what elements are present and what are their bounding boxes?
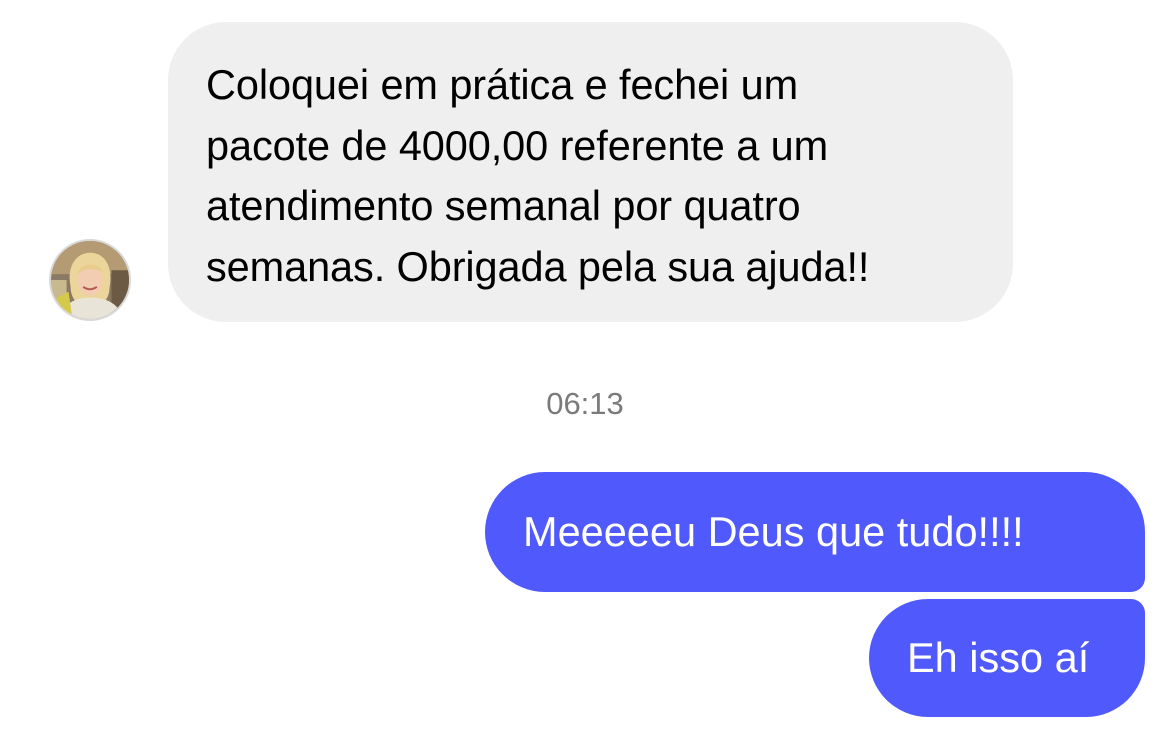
outgoing-message-bubble[interactable]: Meeeeeu Deus que tudo!!!! — [485, 472, 1145, 592]
outgoing-message-bubble[interactable]: Eh isso aí — [869, 599, 1145, 717]
message-timestamp: 06:13 — [546, 386, 624, 421]
incoming-message-bubble[interactable]: Coloquei em prática e fechei um pacote d… — [168, 22, 1013, 322]
contact-avatar[interactable] — [49, 239, 131, 321]
avatar-photo-icon — [51, 241, 129, 319]
